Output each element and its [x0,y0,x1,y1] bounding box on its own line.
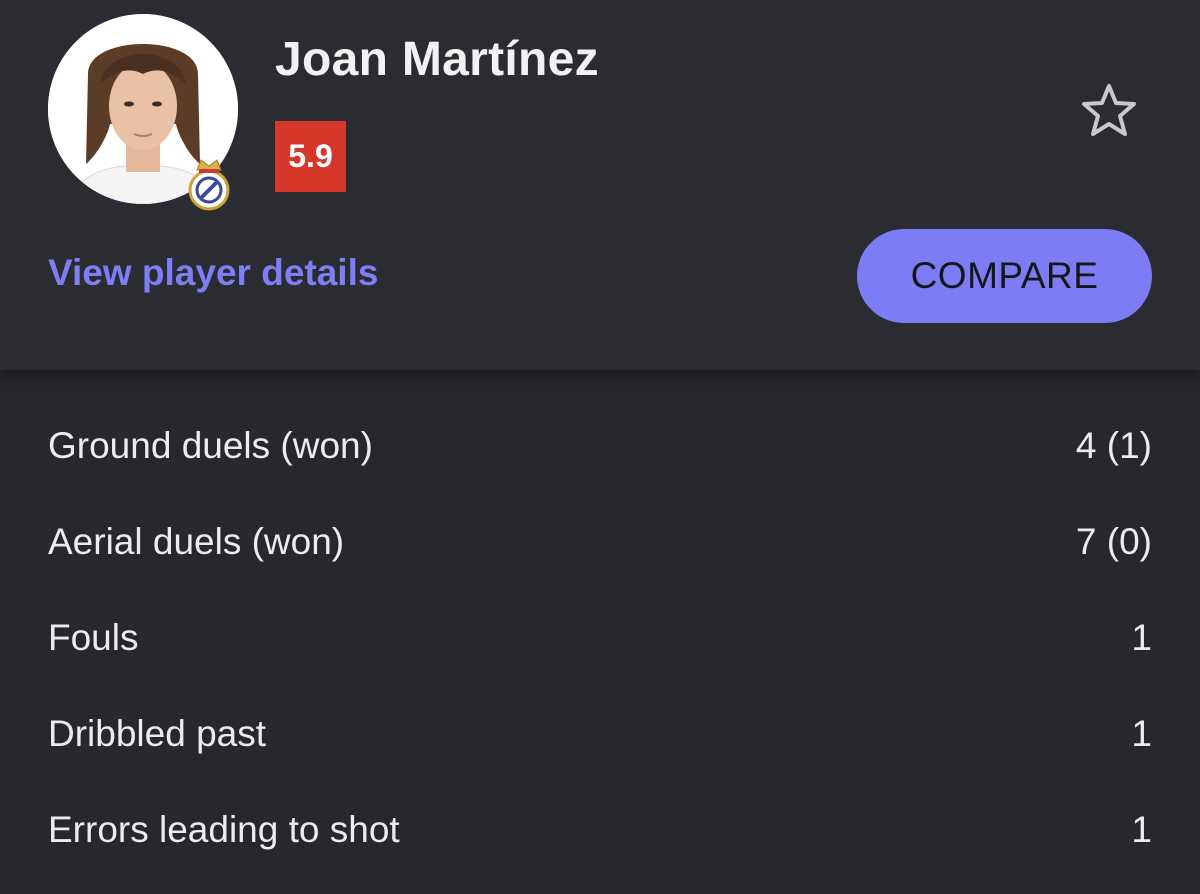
stat-row-aerial-duels: Aerial duels (won) 7 (0) [48,494,1152,590]
stat-label: Fouls [48,617,139,658]
star-outline-icon [1082,84,1136,136]
rating-badge: 5.9 [275,121,346,192]
stat-label: Errors leading to shot [48,809,400,850]
stat-value: 7 (0) [1075,521,1152,562]
stat-value: 4 (1) [1075,425,1152,466]
view-player-details-link[interactable]: View player details [48,252,378,294]
stat-label: Dribbled past [48,713,267,754]
club-crest-icon [187,152,231,212]
player-name: Joan Martínez [275,33,599,86]
stat-value: 1 [1131,617,1152,658]
compare-button[interactable]: COMPARE [857,229,1152,323]
stat-row-errors-leading-to-shot: Errors leading to shot 1 [48,782,1152,878]
stat-value: 1 [1131,713,1152,754]
stat-row-fouls: Fouls 1 [48,590,1152,686]
player-header: Joan Martínez 5.9 View player details CO… [0,0,1200,370]
stat-row-ground-duels: Ground duels (won) 4 (1) [48,398,1152,494]
stat-label: Ground duels (won) [48,425,373,466]
stat-row-dribbled-past: Dribbled past 1 [48,686,1152,782]
player-avatar-container [48,14,238,211]
stat-label: Aerial duels (won) [48,521,345,562]
favorite-button[interactable] [1078,80,1140,142]
player-stats-list: Ground duels (won) 4 (1) Aerial duels (w… [0,370,1200,894]
stat-value: 1 [1131,809,1152,850]
